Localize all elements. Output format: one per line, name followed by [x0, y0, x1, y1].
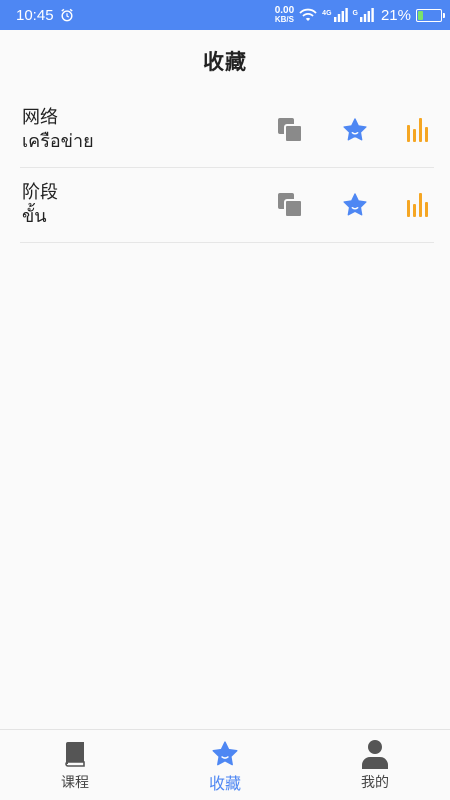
copy-icon	[278, 193, 303, 218]
network-type-1: 4G	[322, 10, 332, 17]
header: 收藏	[0, 30, 450, 92]
nav-item-mine[interactable]: 我的	[300, 730, 450, 800]
word-chinese: 阶段	[22, 182, 58, 203]
status-indicators: 0.00 KB/S 4G G 21%	[275, 6, 445, 24]
nav-item-courses[interactable]: 课程	[0, 730, 150, 800]
person-icon	[361, 740, 389, 769]
row-actions	[275, 115, 434, 145]
play-audio-button[interactable]	[404, 115, 434, 145]
list-item[interactable]: 阶段 ขั้น	[20, 168, 434, 243]
book-icon	[61, 740, 89, 768]
nav-label-favorites: 收藏	[208, 774, 241, 793]
word-block: 网络 เครือข่าย	[20, 106, 275, 154]
play-audio-button[interactable]	[404, 190, 434, 220]
signal-icon	[333, 8, 348, 22]
word-chinese: 网络	[22, 106, 58, 128]
wifi-icon	[299, 8, 317, 21]
alarm-icon	[60, 8, 73, 22]
favorite-button[interactable]	[340, 115, 370, 145]
audio-bars-icon	[407, 193, 428, 217]
bottom-nav: 课程 收藏 我的	[0, 729, 450, 800]
network-type-2: G	[352, 10, 358, 17]
nav-label-courses: 课程	[61, 775, 89, 791]
copy-icon	[278, 117, 303, 143]
star-icon	[211, 740, 239, 768]
row-actions	[275, 190, 434, 220]
star-icon	[343, 117, 367, 141]
word-block: 阶段 ขั้น	[20, 181, 275, 229]
word-thai: ขั้น	[22, 206, 47, 227]
speed-unit: KB/S	[274, 15, 294, 24]
battery-level	[418, 10, 423, 20]
battery-icon	[416, 8, 445, 22]
nav-item-favorites[interactable]: 收藏	[150, 730, 300, 800]
page-title: 收藏	[203, 50, 247, 74]
signal-icon-2	[359, 8, 374, 22]
battery-percent: 21%	[380, 6, 411, 24]
network-speed: 0.00 KB/S	[275, 6, 294, 24]
star-icon	[343, 193, 367, 216]
list-item[interactable]: 网络 เครือข่าย	[20, 92, 434, 168]
status-time: 10:45	[16, 6, 54, 24]
favorite-button[interactable]	[340, 190, 370, 220]
copy-button[interactable]	[275, 115, 305, 145]
audio-bars-icon	[407, 117, 428, 142]
favorites-list: 网络 เครือข่าย 阶段 ขั้น	[20, 92, 434, 243]
status-bar: 10:45 0.00 KB/S 4G G 21%	[0, 0, 450, 30]
copy-button[interactable]	[275, 190, 305, 220]
nav-label-mine: 我的	[361, 775, 389, 791]
word-thai: เครือข่าย	[22, 130, 94, 152]
